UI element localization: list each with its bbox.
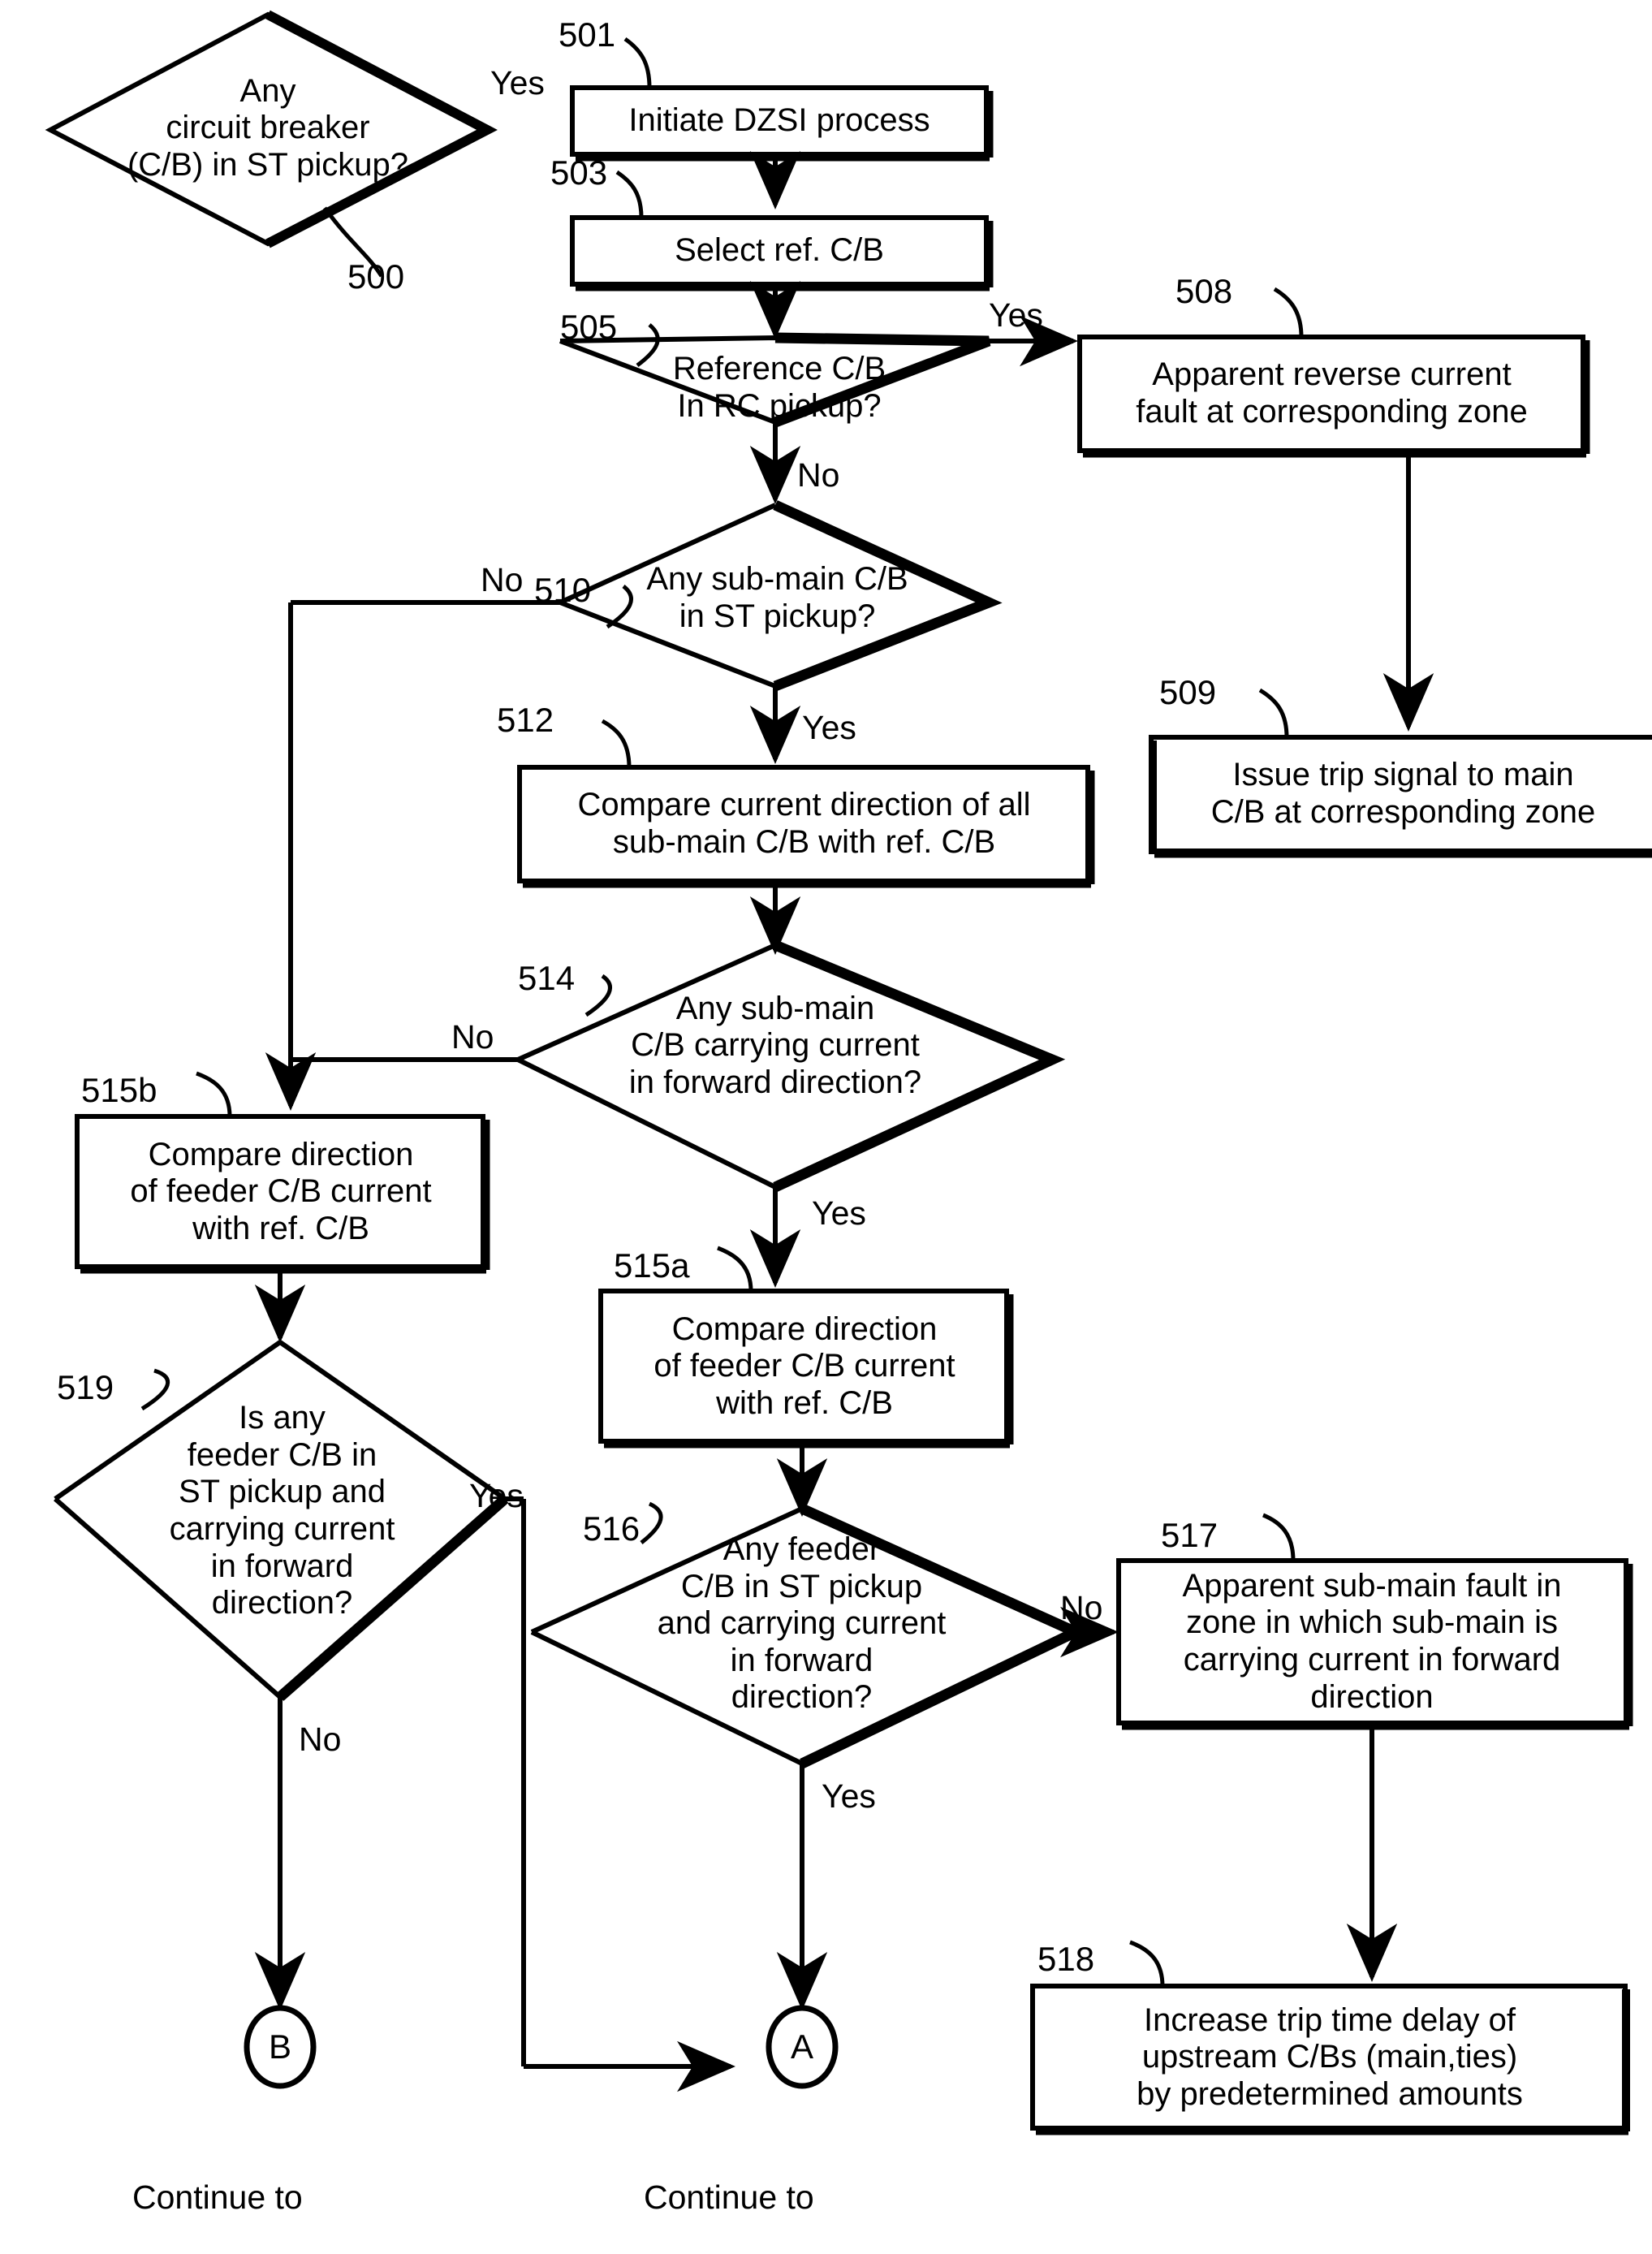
edge-label-505-yes: Yes: [989, 296, 1043, 334]
ref-numeral-512: 512: [497, 701, 554, 739]
edge-label-514-yes: Yes: [812, 1194, 866, 1232]
process-518-label: Increase trip time delay of upstream C/B…: [1137, 2001, 1523, 2112]
ref-numeral-505: 505: [560, 308, 618, 346]
ref-numeral-503: 503: [550, 153, 608, 192]
caption-continue-to-b: Continue to: [132, 2178, 303, 2216]
ref-numeral-510: 510: [534, 571, 592, 609]
edge-label-510-yes: Yes: [802, 709, 856, 746]
decision-516-label: Any feeder C/B in ST pickup and carrying…: [657, 1531, 947, 1716]
edge-label-514-no: No: [451, 1018, 494, 1056]
ref-numeral-508: 508: [1175, 272, 1233, 310]
edge-label-500-yes: Yes: [490, 64, 545, 101]
ref-numeral-501: 501: [559, 15, 616, 54]
process-512-label: Compare current direction of all sub-mai…: [577, 787, 1031, 860]
decision-505-label: Reference C/B In RC pickup?: [672, 351, 886, 424]
decision-500-label: Any circuit breaker (C/B) in ST pickup?: [127, 72, 409, 183]
edge-label-519-no: No: [299, 1721, 342, 1758]
connector-B-label: B: [268, 2027, 291, 2066]
decision-519-label: Is any feeder C/B in ST pickup and carry…: [169, 1400, 395, 1621]
ref-numeral-515b: 515b: [81, 1071, 157, 1109]
process-503-label: Select ref. C/B: [675, 232, 884, 269]
connector-A-label: A: [790, 2027, 813, 2066]
edge-label-516-yes: Yes: [822, 1777, 876, 1815]
ref-numeral-517: 517: [1161, 1516, 1219, 1554]
decision-510-label: Any sub-main C/B in ST pickup?: [646, 561, 908, 634]
edge-label-510-no: No: [481, 561, 524, 598]
process-508-label: Apparent reverse current fault at corres…: [1136, 356, 1528, 430]
decision-514-label: Any sub-main C/B carrying current in for…: [628, 990, 922, 1100]
ref-numeral-514: 514: [518, 959, 576, 997]
edge-label-516-no: No: [1060, 1589, 1103, 1626]
edge-label-505-no: No: [797, 456, 840, 494]
ref-numeral-518: 518: [1037, 1940, 1095, 1978]
ref-numeral-515a: 515a: [614, 1246, 690, 1285]
process-517-label: Apparent sub-main fault in zone in which…: [1182, 1567, 1562, 1715]
ref-numeral-516: 516: [583, 1509, 641, 1548]
process-515b-label: Compare direction of feeder C/B current …: [130, 1136, 432, 1246]
edge-label-519-yes: Yes: [469, 1477, 524, 1514]
process-509-label: Issue trip signal to main C/B at corresp…: [1210, 757, 1596, 830]
patent-flowchart-figure: Any circuit breaker (C/B) in ST pickup? …: [0, 0, 1652, 2254]
process-501-label: Initiate DZSI process: [628, 102, 930, 139]
process-515a-label: Compare direction of feeder C/B current …: [653, 1311, 955, 1421]
ref-numeral-509: 509: [1159, 673, 1217, 711]
caption-continue-to-a: Continue to: [644, 2178, 814, 2216]
ref-numeral-519: 519: [57, 1368, 114, 1406]
ref-numeral-500: 500: [347, 257, 405, 296]
